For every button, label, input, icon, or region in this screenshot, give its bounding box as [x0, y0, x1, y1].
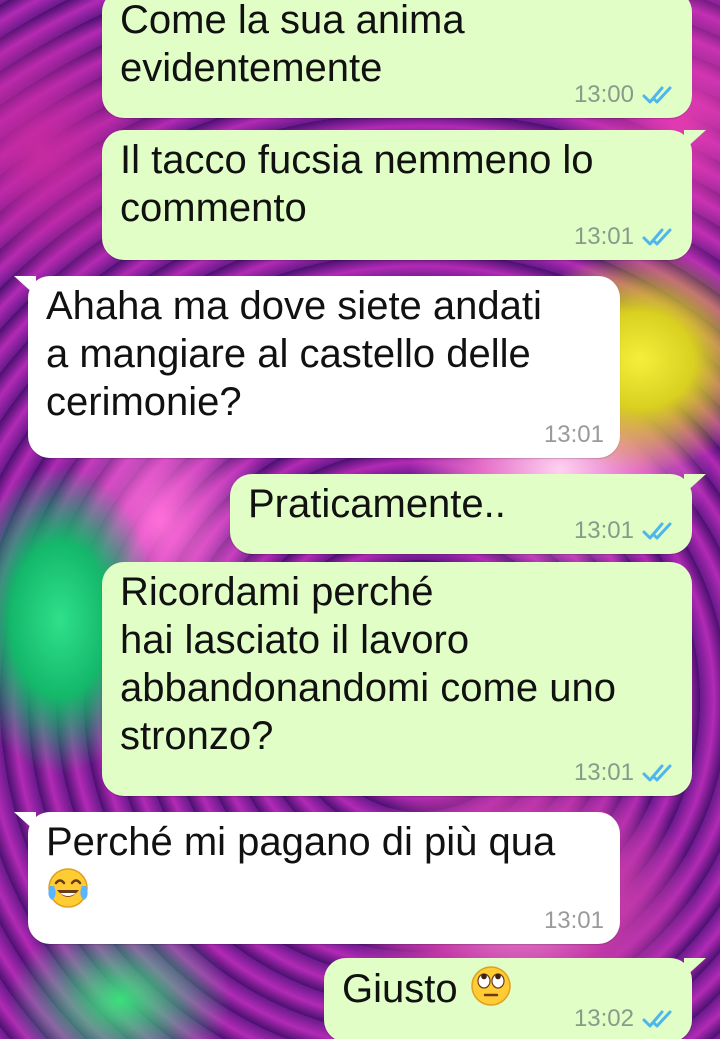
message-time: 13:01 — [543, 421, 604, 448]
message-time: 13:01 — [573, 223, 634, 250]
message-text: Giusto — [342, 967, 458, 1011]
message-meta: 13:02 — [574, 1006, 676, 1032]
face-with-tears-of-joy-icon — [48, 868, 88, 908]
double-check-read-icon — [642, 522, 672, 540]
message-outgoing[interactable]: Giusto 13:02 — [324, 958, 706, 1039]
double-check-read-icon — [642, 86, 672, 104]
message-meta: 13:01 — [574, 760, 676, 786]
message-outgoing[interactable]: Ricordami perché hai lasciato il lavoro … — [102, 562, 692, 796]
message-meta: 13:01 — [574, 224, 676, 250]
message-meta: 13:01 — [544, 422, 604, 448]
message-time: 13:01 — [573, 517, 634, 544]
message-meta: 13:01 — [574, 518, 676, 544]
double-check-read-icon — [642, 228, 672, 246]
message-time: 13:01 — [543, 907, 604, 934]
message-time: 13:02 — [573, 1005, 634, 1032]
message-text: Perché mi pagano di più qua — [46, 820, 556, 864]
message-time: 13:01 — [573, 759, 634, 786]
message-incoming[interactable]: Ahaha ma dove siete andati a mangiare al… — [14, 276, 620, 458]
message-text: Ahaha ma dove siete andati a mangiare al… — [46, 284, 542, 424]
message-meta: 13:00 — [574, 82, 676, 108]
message-text: Ricordami perché hai lasciato il lavoro … — [120, 570, 616, 758]
face-with-rolling-eyes-icon — [470, 966, 511, 1006]
message-time: 13:00 — [573, 81, 634, 108]
message-text: Come la sua anima evidentemente — [120, 0, 465, 90]
message-meta: 13:01 — [544, 908, 604, 934]
double-check-read-icon — [642, 1010, 672, 1028]
message-incoming[interactable]: Perché mi pagano di più qua 13:01 — [14, 812, 620, 944]
double-check-read-icon — [642, 764, 672, 782]
message-outgoing[interactable]: Come la sua anima evidentemente 13:00 — [102, 0, 692, 118]
message-outgoing[interactable]: Il tacco fucsia nemmeno lo commento 13:0… — [102, 130, 706, 260]
message-text: Il tacco fucsia nemmeno lo commento — [120, 138, 594, 230]
message-outgoing[interactable]: Praticamente.. 13:01 — [230, 474, 706, 554]
